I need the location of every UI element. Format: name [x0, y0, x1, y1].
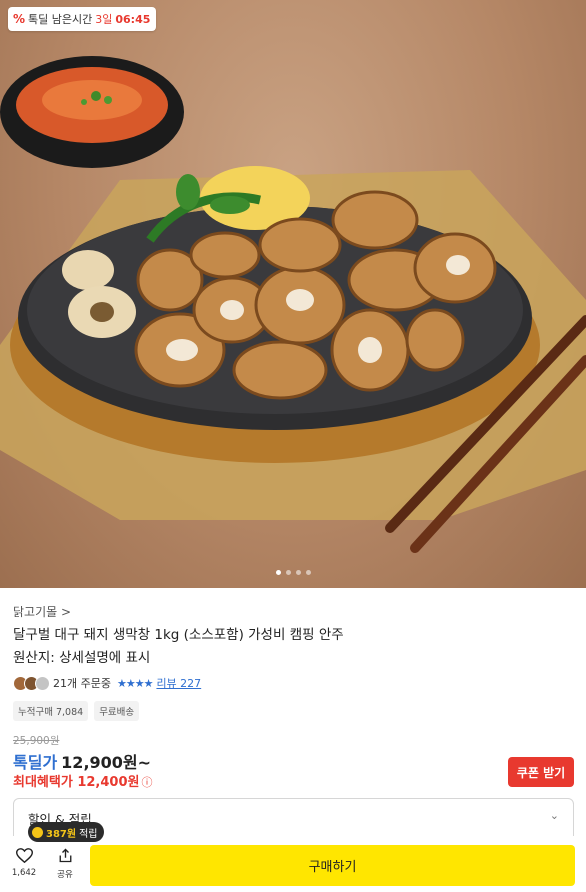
buyer-avatars [13, 675, 50, 691]
carousel-dot[interactable] [275, 570, 281, 575]
carousel-dot[interactable] [285, 570, 291, 575]
product-tags: 누적구매 7,084 무료배송 [13, 701, 140, 721]
max-benefit-text: 최대혜택가 12,400원 [13, 775, 140, 790]
product-title: 달구벌 대구 돼지 생막창 1kg (소스포함) 가성비 캠핑 안주 [13, 627, 344, 643]
rating-stars-icon: ★★★★ [116, 676, 153, 690]
get-coupon-button[interactable]: 쿠폰 받기 [508, 757, 574, 787]
cumulative-purchase-tag: 누적구매 7,084 [13, 701, 89, 721]
carousel-dot[interactable] [305, 570, 311, 575]
deal-timer-label: 톡딜 남은시간 [28, 13, 93, 26]
carousel-indicator [0, 570, 586, 575]
share-icon [59, 848, 71, 863]
deal-timer-time: 06:45 [115, 12, 151, 26]
carousel-dot[interactable] [295, 570, 301, 575]
original-price: 25,900원 [13, 735, 60, 747]
buy-button[interactable]: 구매하기 [90, 845, 575, 886]
deal-timer-days: 3일 [95, 13, 113, 26]
points-tooltip: 387원 적립 [28, 822, 105, 842]
deal-price-row: 톡딜가 12,900원~ [13, 749, 151, 773]
review-link[interactable]: 리뷰 227 [156, 675, 201, 691]
deal-price: 12,900원~ [61, 753, 152, 772]
origin-info: 원산지: 상세설명에 표시 [13, 650, 151, 666]
product-image[interactable]: % 톡딜 남은시간 3일 06:45 [0, 0, 586, 588]
info-icon[interactable]: ⓘ [141, 776, 152, 789]
food-photo [0, 56, 586, 553]
order-count: 21개 주문중 [53, 677, 111, 690]
coin-icon [32, 826, 43, 838]
points-amount: 387원 [46, 828, 77, 840]
share-label: 공유 [57, 870, 73, 880]
percent-icon: % [13, 12, 26, 26]
heart-icon [15, 848, 33, 863]
free-shipping-tag: 무료배송 [94, 701, 140, 721]
deal-timer-badge: % 톡딜 남은시간 3일 06:45 [8, 7, 157, 31]
like-button[interactable]: 1,642 [11, 848, 37, 878]
chevron-down-icon[interactable]: ⌄ [550, 809, 559, 822]
max-benefit-price[interactable]: 최대혜택가 12,400원 ⓘ [13, 771, 152, 790]
avatar [35, 675, 50, 691]
store-link[interactable]: 닭고기몰 > [13, 603, 71, 620]
share-button[interactable]: 공유 [52, 848, 78, 880]
points-label: 적립 [79, 828, 98, 840]
like-count: 1,642 [11, 868, 37, 878]
order-status-row: 21개 주문중 ★★★★ 리뷰 227 [13, 674, 201, 692]
deal-price-label: 톡딜가 [13, 753, 58, 772]
